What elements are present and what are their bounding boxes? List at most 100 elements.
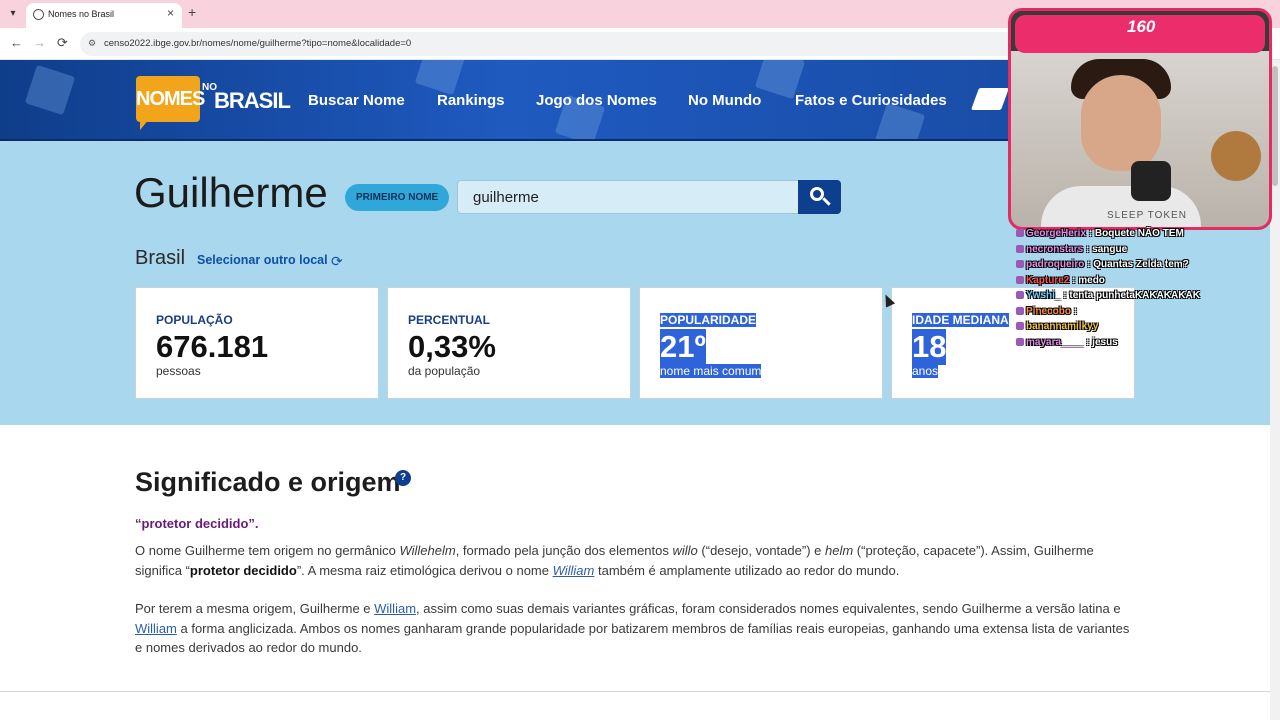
refresh-icon[interactable]: ⟳ xyxy=(331,253,343,270)
text-italic: helm xyxy=(824,543,854,558)
site-info-icon[interactable]: ⚙ xyxy=(88,38,99,49)
logo-brasil: BRASIL xyxy=(214,88,291,113)
stat-label: IDADE MEDIANA xyxy=(912,313,1009,327)
help-icon[interactable]: ? xyxy=(395,470,411,486)
chat-message: Kapture2 : medo xyxy=(1016,275,1246,291)
stat-value: 0,33% xyxy=(408,329,496,364)
meaning-section: Significado e origem ? “protetor decidid… xyxy=(0,425,1270,720)
scrollbar-thumb[interactable] xyxy=(1272,66,1278,186)
stat-unit: nome mais comum xyxy=(660,364,762,378)
text: , assim como suas demais variantes gráfi… xyxy=(416,601,1121,616)
chat-message: GeorgeHerix : Boquete NÃO TEM xyxy=(1016,228,1246,244)
text-italic: Willehelm xyxy=(399,543,456,558)
text: , formado pela junção dos elementos xyxy=(455,543,673,558)
chat-nick: GeorgeHerix xyxy=(1026,228,1087,239)
forward-icon[interactable]: → xyxy=(33,35,46,50)
webcam-overlay: 160 SLEEP TOKEN xyxy=(1008,8,1272,230)
logo-speech-tail xyxy=(140,118,150,130)
william-link[interactable]: William xyxy=(374,601,416,616)
text-italic: willo xyxy=(672,543,698,558)
address-bar[interactable]: ⚙ censo2022.ibge.gov.br/nomes/nome/guilh… xyxy=(80,32,1020,56)
close-icon[interactable]: × xyxy=(167,6,174,20)
variants-paragraph: Por terem a mesma origem, Guilherme e Wi… xyxy=(135,599,1135,658)
badge-icon xyxy=(1016,337,1024,346)
streamer-shirt xyxy=(1041,186,1201,227)
nav-no-mundo[interactable]: No Mundo xyxy=(688,92,761,109)
viewer-banner: 160 xyxy=(1015,15,1265,53)
back-icon[interactable]: ← xyxy=(10,35,23,50)
chat-message: Pinecobo : xyxy=(1016,306,1246,322)
reload-icon[interactable]: ⟳ xyxy=(57,35,68,51)
tab-title: Nomes no Brasil xyxy=(48,9,115,19)
stream-chat: GeorgeHerix : Boquete NÃO TEM necronstar… xyxy=(1016,228,1246,352)
text: ”. A mesma raiz etimológica derivou o no… xyxy=(296,562,553,578)
decor-tile xyxy=(24,64,76,116)
shirt-text: SLEEP TOKEN xyxy=(1107,210,1187,221)
search-button[interactable] xyxy=(798,180,841,214)
chat-text: : sangue xyxy=(1086,243,1128,255)
origin-paragraph: O nome Guilherme tem origem no germânico… xyxy=(135,541,1135,580)
change-location-link[interactable]: Selecionar outro local xyxy=(197,253,328,267)
logo-nomes: NOMES xyxy=(136,76,205,122)
text: a forma anglicizada. Ambos os nomes ganh… xyxy=(135,620,1130,656)
chat-nick: necronstars xyxy=(1026,243,1084,255)
chat-message: padroqueiro : Quantas Zelda tem? xyxy=(1016,259,1246,275)
first-name-badge: PRIMEIRO NOME xyxy=(345,184,450,211)
stat-unit: anos xyxy=(912,364,939,378)
stat-value: 21º xyxy=(660,329,706,365)
nav-buscar-nome[interactable]: Buscar Nome xyxy=(308,92,405,109)
stat-unit: pessoas xyxy=(156,364,201,378)
name-search-input[interactable] xyxy=(457,180,799,214)
chat-text: : Boquete NÃO TEM xyxy=(1088,228,1184,239)
chat-nick: padroqueiro xyxy=(1026,259,1085,270)
chat-nick: banannamilkyy xyxy=(1026,321,1099,332)
chat-message: Ywshi_ : tenta punhetaKAKAKAKAK xyxy=(1016,290,1246,306)
tab-nomes-no-brasil[interactable]: Nomes no Brasil × xyxy=(26,3,182,28)
globe-icon xyxy=(33,9,44,20)
streamer-face xyxy=(1081,75,1161,171)
cookie-plush xyxy=(1211,131,1261,181)
badge-icon xyxy=(1016,229,1024,237)
stat-card-population: POPULAÇÃO 676.181 pessoas xyxy=(135,287,379,399)
chat-text: : tenta punhetaKAKAKAKAK xyxy=(1063,290,1200,301)
stat-label: PERCENTUAL xyxy=(408,313,491,327)
nav-jogo-dos-nomes[interactable]: Jogo dos Nomes xyxy=(536,92,657,109)
william-link[interactable]: William xyxy=(553,563,595,578)
section-title: Significado e origem xyxy=(135,467,401,497)
ibge-logo-icon[interactable] xyxy=(970,88,1010,110)
chat-text: : Quantas Zelda tem? xyxy=(1087,259,1189,270)
nav-rankings[interactable]: Rankings xyxy=(437,92,505,109)
badge-icon xyxy=(1016,275,1024,284)
decor-tile xyxy=(414,60,466,96)
meaning-tagline: “protetor decidido”. xyxy=(135,516,259,531)
tab-search-icon[interactable]: ▾ xyxy=(4,5,22,23)
text: também é amplamente utilizado ao redor d… xyxy=(594,562,900,578)
chat-text: : xyxy=(1073,305,1078,317)
location-label: Brasil xyxy=(135,247,186,269)
new-tab-button[interactable]: + xyxy=(188,4,196,20)
stat-label: POPULAÇÃO xyxy=(156,313,233,327)
william-link[interactable]: William xyxy=(135,621,177,636)
stat-label: POPULARIDADE xyxy=(660,313,757,327)
text: Por terem a mesma origem, Guilherme e xyxy=(135,601,375,616)
stat-value: 676.181 xyxy=(156,329,269,364)
badge-icon xyxy=(1016,260,1024,268)
badge-icon xyxy=(1016,306,1024,315)
stat-value: 18 xyxy=(912,329,947,365)
chat-message: mayara____ : jesus xyxy=(1016,337,1246,353)
stat-card-popularity: POPULARIDADE 21º nome mais comum xyxy=(639,287,883,399)
chat-message: banannamilkyy xyxy=(1016,321,1246,337)
section-divider xyxy=(0,691,1270,692)
badge-icon xyxy=(1016,244,1024,253)
search-icon-handle xyxy=(822,197,831,206)
badge-icon xyxy=(1016,291,1024,299)
stat-card-percentage: PERCENTUAL 0,33% da população xyxy=(387,287,631,399)
text-bold: protetor decidido xyxy=(189,562,297,578)
text: O nome Guilherme tem origem no germânico xyxy=(135,543,400,558)
chat-nick: Kapture2 xyxy=(1026,274,1070,286)
viewer-count: 160 xyxy=(1127,17,1156,36)
chat-nick: Pinecobo xyxy=(1026,305,1072,317)
text: (“desejo, vontade”) e xyxy=(697,543,825,558)
stat-unit: da população xyxy=(408,364,481,378)
nav-fatos-e-curiosidades[interactable]: Fatos e Curiosidades xyxy=(795,92,947,109)
